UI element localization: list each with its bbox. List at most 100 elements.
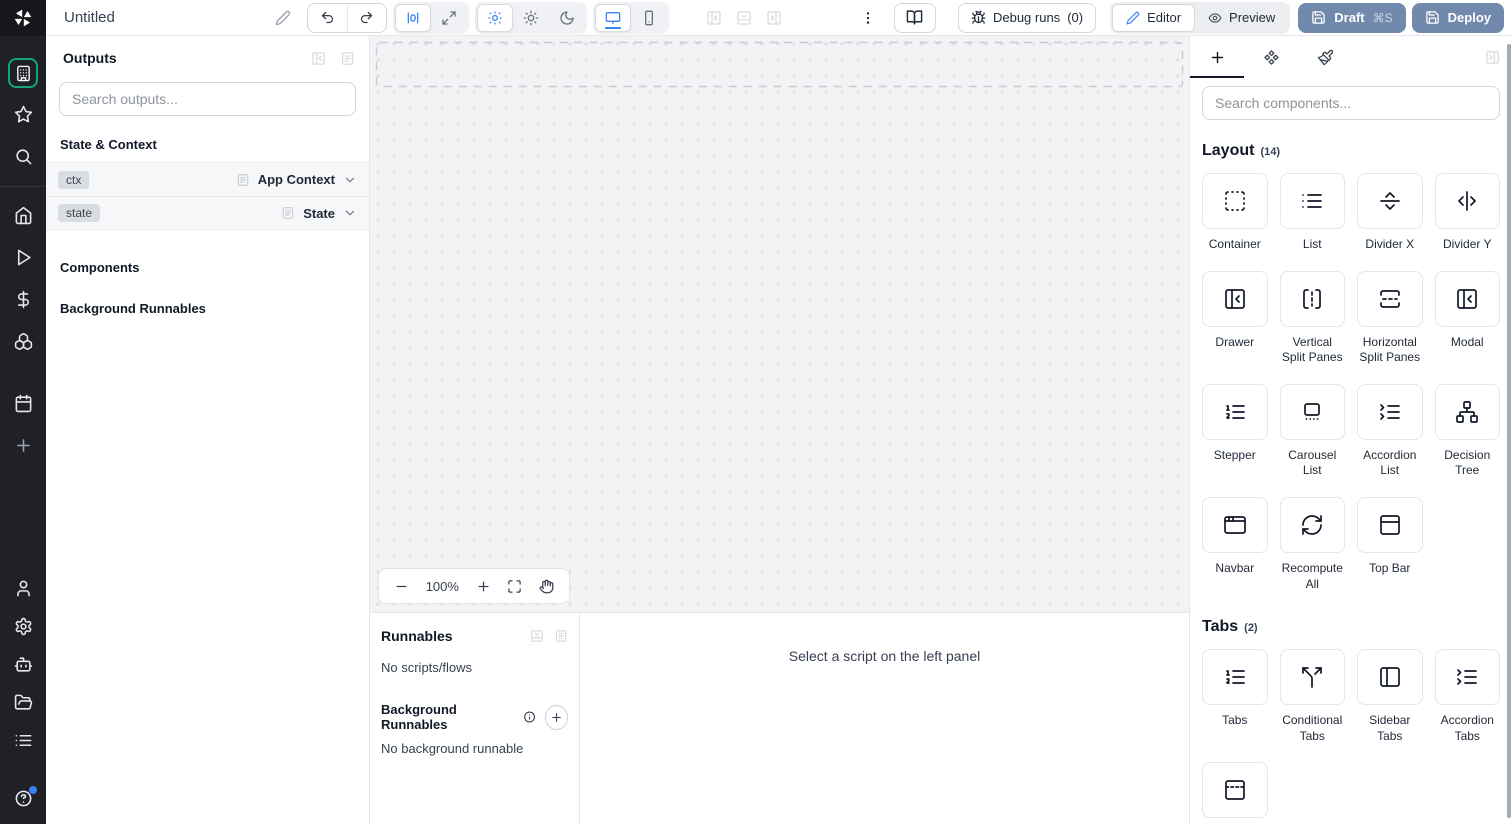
panel-right-close-icon[interactable] [766, 10, 782, 26]
add-background-runnable-button[interactable] [544, 704, 568, 730]
tab-styling[interactable] [1298, 36, 1352, 78]
home-button[interactable] [5, 197, 41, 233]
component-tile-list[interactable]: List [1279, 173, 1345, 253]
panel-right-icon[interactable] [1485, 50, 1500, 65]
building-icon [16, 65, 30, 81]
component-tile-divider-y[interactable]: Divider Y [1434, 173, 1500, 253]
editor-tab[interactable]: Editor [1112, 3, 1196, 32]
component-tile-modal[interactable]: Modal [1434, 270, 1500, 366]
desktop-view-toggle[interactable] [594, 3, 631, 32]
component-tile-recompute-all[interactable]: Recompute All [1279, 496, 1345, 592]
component-tile-navbar[interactable]: Navbar [1202, 496, 1268, 592]
theme-auto-toggle[interactable] [476, 3, 513, 32]
app-canvas[interactable]: 100% [370, 36, 1189, 612]
schedules-button[interactable] [5, 385, 41, 421]
undo-redo-group [306, 2, 387, 33]
more-menu-button[interactable] [860, 10, 876, 26]
draft-button[interactable]: Draft ⌘S [1298, 2, 1406, 33]
component-tile-conditional-tabs[interactable]: Conditional Tabs [1279, 649, 1345, 744]
component-tile-container[interactable]: Container [1202, 173, 1268, 253]
hand-icon [539, 579, 554, 593]
component-tile-decision-tree[interactable]: Decision Tree [1434, 383, 1500, 479]
sun-icon [523, 10, 539, 25]
tab-insert-component[interactable] [1190, 36, 1244, 78]
windmill-logo-icon [14, 9, 32, 26]
layout-tile-grid: Container List Divider X Divider Y Drawe… [1202, 173, 1500, 592]
mobile-view-toggle[interactable] [631, 4, 667, 32]
redo-button[interactable] [346, 3, 386, 32]
separator-horizontal-icon [1379, 192, 1400, 210]
search-button[interactable] [5, 138, 41, 174]
chevron-down-icon[interactable] [343, 173, 357, 187]
component-tile-accordion-list[interactable]: Accordion List [1357, 383, 1423, 479]
preview-tab[interactable]: Preview [1195, 4, 1288, 32]
zero-padding-toggle[interactable] [394, 3, 431, 32]
debug-runs-label: Debug runs [992, 10, 1061, 25]
eye-icon [1208, 12, 1222, 23]
topbar: Untitled Debug runs (0) Editor Preview D… [0, 0, 1512, 36]
edit-title-pencil-icon[interactable] [275, 10, 291, 26]
docs-button[interactable] [893, 2, 936, 33]
component-tile-divider-x[interactable]: Divider X [1357, 173, 1423, 253]
ctx-row[interactable]: ctx App Context [46, 163, 369, 196]
settings-button[interactable] [5, 608, 41, 644]
workers-button[interactable] [5, 646, 41, 682]
doc-icon[interactable] [340, 51, 355, 66]
resources-button[interactable] [5, 323, 41, 359]
create-new-button[interactable] [5, 427, 41, 463]
doc-icon[interactable] [554, 629, 568, 643]
panel-bottom-close-icon[interactable] [736, 10, 752, 26]
debug-runs-button[interactable]: Debug runs (0) [957, 2, 1097, 33]
component-tile-top-bar[interactable]: Top Bar [1357, 496, 1423, 592]
windmill-logo[interactable] [0, 0, 46, 36]
component-tile-carousel-list[interactable]: Carousel List [1279, 383, 1345, 479]
tab-settings-component[interactable] [1244, 36, 1298, 78]
component-tile-drawer[interactable]: Drawer [1202, 270, 1268, 366]
logs-button[interactable] [5, 722, 41, 758]
dollar-sign-icon [17, 290, 29, 308]
user-button[interactable] [5, 570, 41, 606]
component-tile-partial[interactable] [1202, 762, 1268, 824]
background-runnables-title: Background Runnables [381, 702, 457, 732]
fit-view-button[interactable] [507, 579, 522, 594]
component-tile-sidebar-tabs[interactable]: Sidebar Tabs [1357, 649, 1423, 744]
component-tile-stepper[interactable]: Stepper [1202, 383, 1268, 479]
component-tile-tabs[interactable]: Tabs [1202, 649, 1268, 744]
theme-dark-toggle[interactable] [549, 4, 585, 32]
chevron-down-icon[interactable] [343, 206, 357, 220]
workspace-apps-button[interactable] [8, 58, 38, 88]
component-tile-horizontal-split[interactable]: Horizontal Split Panes [1357, 270, 1423, 366]
zero-width-icon [407, 12, 419, 23]
rail-bottom-group [5, 570, 41, 824]
book-open-icon [907, 10, 923, 25]
outputs-search-input[interactable] [59, 82, 356, 116]
full-width-toggle[interactable] [431, 4, 467, 32]
editor-preview-toggle: Editor Preview [1110, 1, 1291, 34]
runs-button[interactable] [5, 239, 41, 275]
undo-button[interactable] [308, 4, 347, 32]
components-search-input[interactable] [1202, 86, 1500, 120]
active-device-underline [604, 26, 621, 29]
zoom-in-button[interactable] [476, 579, 491, 594]
component-tile-accordion-tabs[interactable]: Accordion Tabs [1434, 649, 1500, 744]
folders-button[interactable] [5, 684, 41, 720]
panel-top-dashed-icon [1224, 780, 1245, 801]
theme-light-toggle[interactable] [513, 4, 549, 32]
state-row[interactable]: state State [46, 196, 369, 229]
component-tile-vertical-split[interactable]: Vertical Split Panes [1279, 270, 1345, 366]
zoom-out-button[interactable] [394, 579, 409, 594]
deploy-button[interactable]: Deploy [1411, 2, 1504, 33]
panel-left-close-icon[interactable] [706, 10, 722, 26]
help-button[interactable] [5, 780, 41, 816]
center-column: 100% Runnables No scripts/flows Backgrou… [370, 36, 1189, 824]
network-icon [1456, 400, 1479, 423]
minus-icon [396, 585, 407, 587]
info-icon[interactable] [523, 710, 536, 724]
pan-tool-button[interactable] [539, 579, 554, 594]
undo-icon [321, 11, 333, 24]
panel-left-close-icon[interactable] [311, 51, 326, 66]
favorites-button[interactable] [5, 96, 41, 132]
panel-bottom-close-icon[interactable] [530, 629, 544, 643]
usage-button[interactable] [5, 281, 41, 317]
panel-scrollbar[interactable] [1507, 44, 1511, 818]
